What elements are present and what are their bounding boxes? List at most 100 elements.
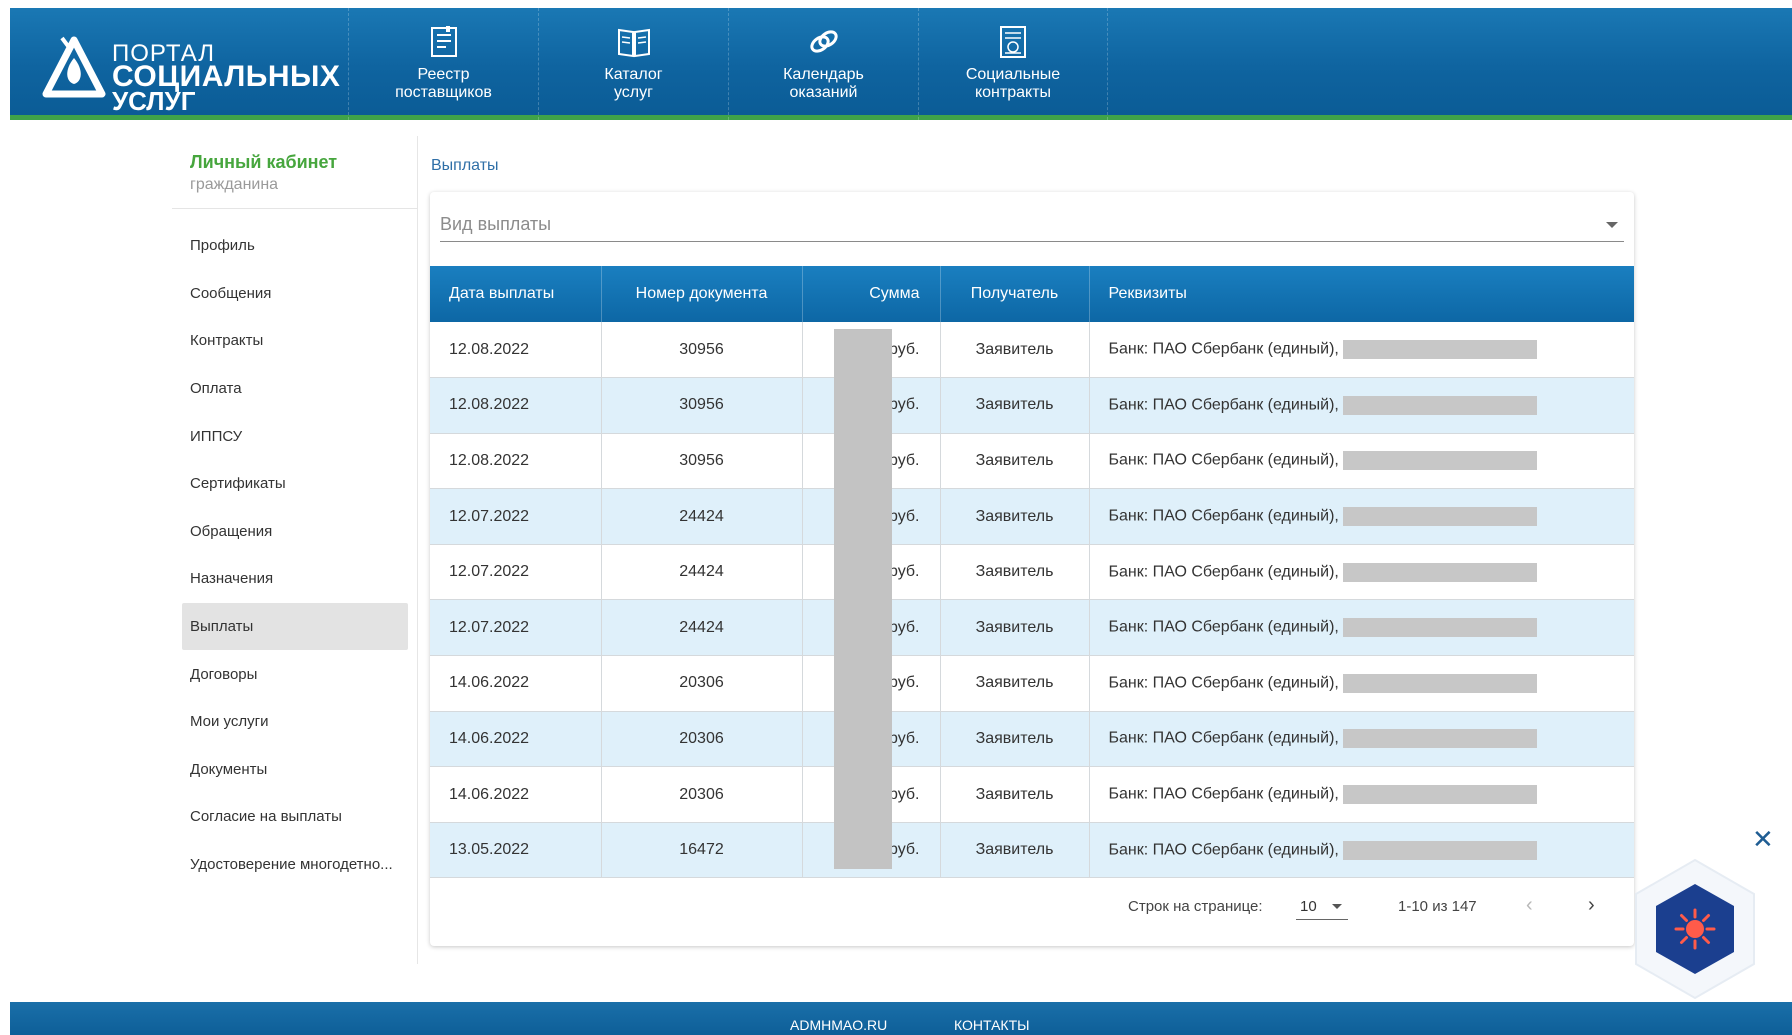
footer-link-contacts[interactable]: КОНТАКТЫ bbox=[954, 1017, 1030, 1033]
cell-date-text: 12.07.2022 bbox=[449, 618, 530, 636]
table-row[interactable]: 12.08.2022 30956 руб. Заявитель Банк: ПАО Сб… bbox=[430, 377, 1634, 434]
sidebar-item[interactable]: Сертификаты bbox=[182, 460, 408, 508]
nav-registry-label: Реестр поставщиков bbox=[395, 66, 492, 101]
cell-recipient: Заявитель bbox=[940, 322, 1090, 379]
sidebar-item[interactable]: Сообщения bbox=[182, 270, 408, 318]
cell-doc-number: 20306 bbox=[601, 711, 803, 768]
rows-per-page-select[interactable]: 10 bbox=[1296, 892, 1348, 920]
nav-calendar[interactable]: Календарь оказаний bbox=[728, 8, 918, 120]
table-row[interactable]: 12.08.2022 30956 руб. Заявитель Банк: ПАО Сб… bbox=[430, 322, 1634, 379]
redacted-account bbox=[1342, 673, 1537, 693]
table-row[interactable]: 13.05.2022 16472 руб. Заявитель Банк: ПАО Сб… bbox=[430, 822, 1634, 879]
column-header-requisites[interactable]: Реквизиты bbox=[1089, 266, 1634, 322]
cell-doc-number-text: 20306 bbox=[679, 785, 724, 803]
sidebar-item[interactable]: Выплаты bbox=[182, 602, 408, 651]
column-header-recipient[interactable]: Получатель bbox=[940, 266, 1090, 322]
cell-requisites: Банк: ПАО Сбербанк (единый), bbox=[1089, 322, 1634, 379]
widget-close-button[interactable]: ✕ bbox=[1752, 826, 1774, 852]
cell-doc-number: 24424 bbox=[601, 488, 803, 545]
sidebar-item[interactable]: ИППСУ bbox=[182, 412, 408, 460]
cell-recipient: Заявитель bbox=[940, 488, 1090, 545]
cell-recipient: Заявитель bbox=[940, 544, 1090, 601]
assistant-widget[interactable] bbox=[1630, 856, 1760, 1002]
table-row[interactable]: 12.07.2022 24424 руб. Заявитель Банк: ПАО Сб… bbox=[430, 599, 1634, 657]
cell-doc-number: 30956 bbox=[601, 322, 803, 379]
footer: ADMHMAO.RU КОНТАКТЫ bbox=[10, 1002, 1792, 1035]
cell-date-text: 13.05.2022 bbox=[449, 841, 530, 859]
cell-recipient-text: Заявитель bbox=[975, 841, 1054, 859]
cell-requisites: Банк: ПАО Сбербанк (единый), bbox=[1089, 711, 1634, 768]
cell-date: 12.08.2022 bbox=[430, 377, 602, 434]
redacted-account bbox=[1342, 507, 1537, 527]
cell-requisites-text: Банк: ПАО Сбербанк (единый), bbox=[1108, 841, 1339, 859]
main-nav: Реестр поставщиков Каталог услуг Календа… bbox=[348, 8, 1108, 120]
cell-requisites: Банк: ПАО Сбербанк (единый), bbox=[1089, 599, 1634, 657]
cell-recipient: Заявитель bbox=[940, 766, 1090, 823]
column-header-doc-number[interactable]: Номер документа bbox=[601, 266, 803, 322]
table-row[interactable]: 14.06.2022 20306 руб. Заявитель Банк: ПАО Сб… bbox=[430, 655, 1634, 712]
sidebar-item[interactable]: Договоры bbox=[182, 650, 408, 698]
portal-logo[interactable]: ПОРТАЛ СОЦИАЛЬНЫХ УСЛУГ bbox=[42, 28, 342, 114]
nav-contracts-label: Социальные контракты bbox=[965, 66, 1061, 101]
next-page-button[interactable]: › bbox=[1588, 894, 1595, 917]
cell-sum-text: руб. bbox=[888, 563, 920, 581]
payment-type-placeholder: Вид выплаты bbox=[440, 214, 552, 234]
table-row[interactable]: 12.07.2022 24424 руб. Заявитель Банк: ПАО Сб… bbox=[430, 488, 1634, 545]
cell-doc-number: 24424 bbox=[601, 544, 803, 601]
sidebar-item[interactable]: Согласие на выплаты bbox=[182, 793, 408, 841]
table-row[interactable]: 14.06.2022 20306 руб. Заявитель Банк: ПАО Сб… bbox=[430, 766, 1634, 823]
cell-doc-number-text: 24424 bbox=[679, 563, 724, 581]
cell-date: 14.06.2022 bbox=[430, 655, 602, 712]
book-icon bbox=[614, 22, 654, 62]
nav-contracts[interactable]: Социальные контракты bbox=[918, 8, 1108, 120]
prev-page-button[interactable]: ‹ bbox=[1526, 894, 1533, 917]
sidebar-item[interactable]: Документы bbox=[182, 746, 408, 794]
pagination: Строк на странице: 10 1-10 из 147 ‹ › bbox=[430, 880, 1634, 936]
cell-date: 12.08.2022 bbox=[430, 433, 602, 490]
table-row[interactable]: 14.06.2022 20306 руб. Заявитель Банк: ПАО Сб… bbox=[430, 711, 1634, 768]
sidebar-item[interactable]: Профиль bbox=[182, 222, 408, 270]
footer-link-admhmao[interactable]: ADMHMAO.RU bbox=[790, 1017, 887, 1033]
cell-recipient-text: Заявитель bbox=[975, 507, 1054, 525]
sidebar-item[interactable]: Обращения bbox=[182, 508, 408, 556]
cell-doc-number: 24424 bbox=[601, 599, 803, 657]
cell-recipient-text: Заявитель bbox=[975, 340, 1054, 358]
cell-doc-number-text: 24424 bbox=[679, 507, 724, 525]
table-row[interactable]: 12.08.2022 30956 руб. Заявитель Банк: ПАО Сб… bbox=[430, 433, 1634, 490]
table-row[interactable]: 12.07.2022 24424 руб. Заявитель Банк: ПАО Сб… bbox=[430, 544, 1634, 601]
cell-requisites: Банк: ПАО Сбербанк (единый), bbox=[1089, 544, 1634, 601]
cell-sum-text: руб. bbox=[888, 340, 920, 358]
sidebar-item[interactable]: Мои услуги bbox=[182, 698, 408, 746]
payment-type-select[interactable]: Вид выплаты bbox=[440, 200, 1624, 242]
cell-requisites-text: Банк: ПАО Сбербанк (единый), bbox=[1108, 674, 1339, 692]
sidebar: Личный кабинет гражданина Профиль Сообщен… bbox=[172, 136, 418, 964]
rows-per-page-label: Строк на странице: bbox=[1128, 898, 1263, 915]
redacted-account bbox=[1342, 618, 1537, 638]
cell-requisites: Банк: ПАО Сбербанк (единый), bbox=[1089, 766, 1634, 823]
cell-doc-number-text: 16472 bbox=[679, 841, 724, 859]
cell-requisites-text: Банк: ПАО Сбербанк (единый), bbox=[1108, 396, 1339, 414]
sidebar-item[interactable]: Удостоверение многодетно... bbox=[182, 841, 408, 889]
column-header-sum[interactable]: Сумма bbox=[802, 266, 941, 322]
column-header-date[interactable]: Дата выплаты bbox=[430, 266, 602, 322]
breadcrumb[interactable]: Выплаты bbox=[431, 157, 499, 175]
sidebar-item[interactable]: Назначения bbox=[182, 555, 408, 603]
cell-requisites-text: Банк: ПАО Сбербанк (единый), bbox=[1108, 563, 1339, 581]
cell-recipient-text: Заявитель bbox=[975, 563, 1054, 581]
cell-date-text: 12.08.2022 bbox=[449, 396, 530, 414]
redacted-account bbox=[1342, 785, 1537, 805]
nav-catalog[interactable]: Каталог услуг bbox=[538, 8, 728, 120]
sidebar-item[interactable]: Оплата bbox=[182, 365, 408, 413]
cell-requisites: Банк: ПАО Сбербанк (единый), bbox=[1089, 377, 1634, 434]
table-header-row: Дата выплаты Номер документа Сумма Получ… bbox=[430, 266, 1634, 322]
sidebar-item[interactable]: Контракты bbox=[182, 317, 408, 365]
sidebar-title: Личный кабинет bbox=[190, 152, 338, 172]
cell-requisites-text: Банк: ПАО Сбербанк (единый), bbox=[1108, 452, 1339, 470]
cell-doc-number: 16472 bbox=[601, 822, 803, 879]
cell-doc-number-text: 24424 bbox=[679, 618, 724, 636]
cell-sum-text: руб. bbox=[888, 841, 920, 859]
cell-requisites-text: Банк: ПАО Сбербанк (единый), bbox=[1108, 785, 1339, 803]
nav-registry[interactable]: Реестр поставщиков bbox=[348, 8, 538, 120]
cell-sum-text: руб. bbox=[888, 507, 920, 525]
cell-date: 12.07.2022 bbox=[430, 544, 602, 601]
